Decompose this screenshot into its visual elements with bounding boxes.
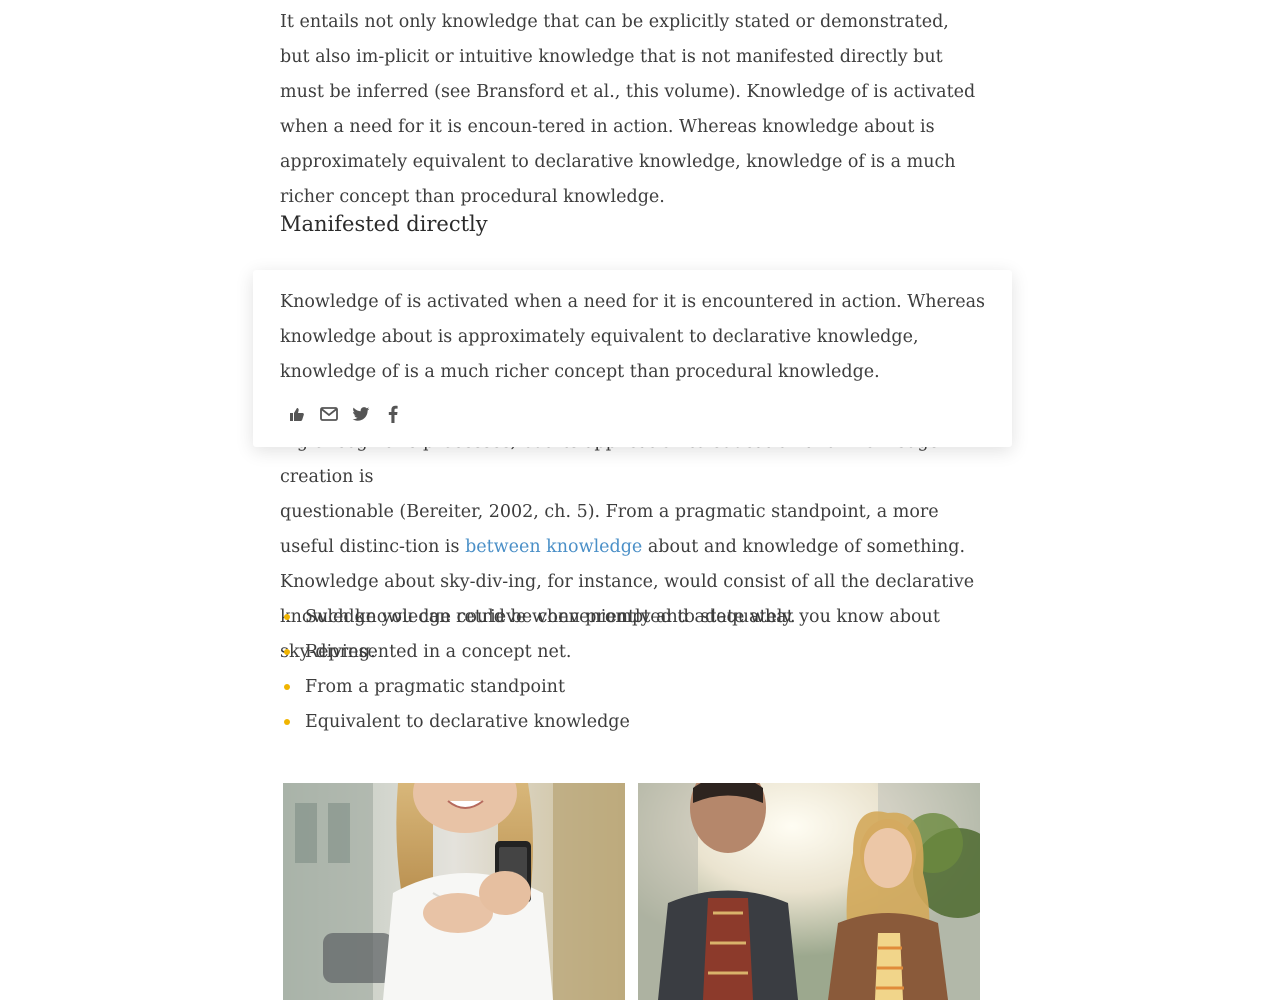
share-bar [284,402,412,426]
list-item-text: Such knowledge could be conveniently and… [305,607,796,627]
bullet-dot-icon [284,649,290,655]
intro-paragraph: It entails not only knowledge that can b… [280,12,976,207]
bullet-dot-icon [284,684,290,690]
bullet-dot-icon [284,614,290,620]
facebook-icon[interactable] [380,403,406,425]
woman-with-phone-image [283,783,625,1000]
list-item: From a pragmatic standpoint [280,670,980,705]
couple-walking-image [638,783,980,1000]
quote-share-popover: Knowledge of is activated when a need fo… [253,270,1012,447]
thumbs-up-icon[interactable] [284,403,310,425]
list-item: Equivalent to declarative knowledge [280,705,980,740]
list-item: Represented in a concept net. [280,635,980,670]
twitter-icon[interactable] [348,403,374,425]
section-heading: Manifested directly [280,212,488,236]
list-item-text: Equivalent to declarative knowledge [305,712,630,732]
between-knowledge-link[interactable]: between knowledge [465,537,642,557]
list-item: Such knowledge could be conveniently and… [280,600,980,635]
popover-quote: Knowledge of is activated when a need fo… [280,292,986,382]
photo-gallery [283,783,980,1000]
list-item-text: From a pragmatic standpoint [305,677,565,697]
list-item-text: Represented in a concept net. [305,642,572,662]
mail-icon[interactable] [316,403,342,425]
bullet-list: Such knowledge could be conveniently and… [280,600,980,740]
bullet-dot-icon [284,719,290,725]
